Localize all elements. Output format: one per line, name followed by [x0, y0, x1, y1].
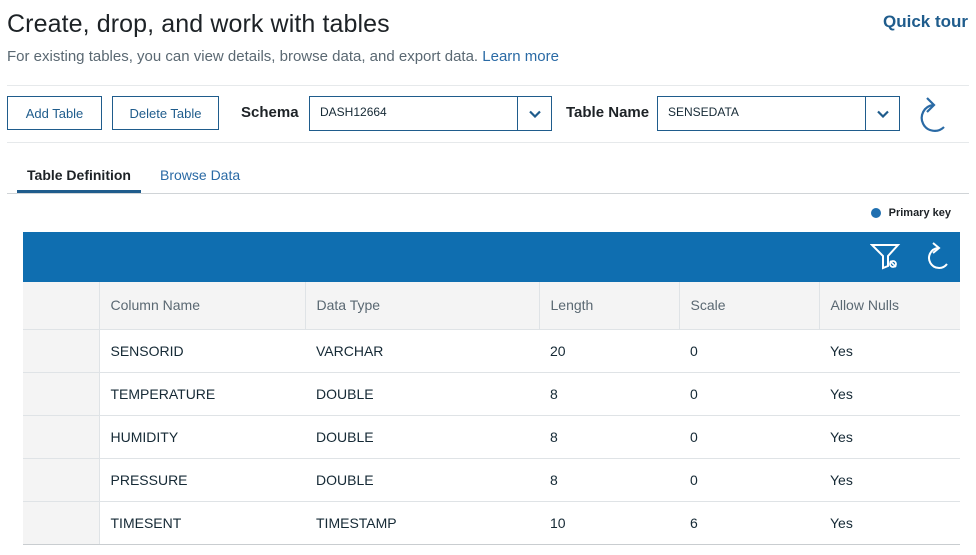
table-cell: VARCHAR	[305, 329, 539, 373]
learn-more-link[interactable]: Learn more	[482, 48, 559, 65]
row-selector[interactable]	[23, 372, 100, 416]
primary-key-legend: Primary key	[870, 207, 951, 219]
divider	[7, 142, 969, 143]
table-cell: 0	[679, 415, 819, 459]
table-name-select-value: SENSEDATA	[668, 105, 739, 119]
divider	[7, 85, 969, 86]
table-cell: DOUBLE	[305, 372, 539, 416]
grid-toolbar	[23, 232, 960, 282]
table-name-label: Table Name	[566, 104, 650, 121]
row-selector-header	[23, 282, 99, 330]
row-selector[interactable]	[23, 458, 100, 502]
table-cell: Yes	[819, 501, 960, 545]
table-cell: TIMESTAMP	[305, 501, 539, 545]
table-cell: Yes	[819, 415, 960, 459]
table-cell: DOUBLE	[305, 415, 539, 459]
subtitle-text: For existing tables, you can view detail…	[7, 48, 479, 65]
tab-browse-data[interactable]: Browse Data	[160, 155, 240, 193]
row-selector[interactable]	[23, 329, 100, 373]
filter-icon[interactable]	[869, 242, 902, 272]
table-row[interactable]: HUMIDITY DOUBLE 8 0 Yes	[23, 415, 960, 459]
chevron-down-icon[interactable]	[517, 97, 551, 130]
table-cell: 10	[539, 501, 679, 545]
table-cell: Yes	[819, 372, 960, 416]
table-cell: HUMIDITY	[99, 415, 305, 459]
schema-label: Schema	[241, 104, 299, 121]
tab-table-definition[interactable]: Table Definition	[17, 155, 141, 193]
table-cell: 8	[539, 415, 679, 459]
table-definition-grid: Column Name Data Type Length Scale Allow…	[23, 282, 960, 545]
row-selector[interactable]	[23, 501, 100, 545]
table-cell: 8	[539, 372, 679, 416]
primary-key-dot-icon	[870, 208, 881, 218]
table-cell: 20	[539, 329, 679, 373]
table-name-select[interactable]: SENSEDATA	[657, 96, 900, 131]
table-cell: TIMESENT	[99, 501, 305, 545]
table-row[interactable]: PRESSURE DOUBLE 8 0 Yes	[23, 458, 960, 502]
page-subtitle: For existing tables, you can view detail…	[7, 48, 559, 65]
table-cell: 0	[679, 458, 819, 502]
page-title: Create, drop, and work with tables	[7, 10, 390, 38]
row-selector[interactable]	[23, 415, 100, 459]
table-cell: 6	[679, 501, 819, 545]
primary-key-label: Primary key	[888, 207, 951, 219]
divider	[7, 193, 969, 194]
table-row[interactable]: TEMPERATURE DOUBLE 8 0 Yes	[23, 372, 960, 416]
table-cell: PRESSURE	[99, 458, 305, 502]
column-header[interactable]: Length	[538, 282, 679, 330]
column-header[interactable]: Column Name	[98, 282, 305, 330]
table-cell: Yes	[819, 329, 960, 373]
table-cell: Yes	[819, 458, 960, 502]
table-cell: DOUBLE	[305, 458, 539, 502]
refresh-icon[interactable]	[913, 95, 949, 135]
refresh-icon[interactable]	[921, 242, 953, 272]
table-header-row: Column Name Data Type Length Scale Allow…	[23, 282, 960, 330]
table-row[interactable]: SENSORID VARCHAR 20 0 Yes	[23, 329, 960, 373]
table-cell: 0	[679, 372, 819, 416]
delete-table-button[interactable]: Delete Table	[112, 96, 219, 130]
table-row[interactable]: TIMESENT TIMESTAMP 10 6 Yes	[23, 501, 960, 545]
table-cell: TEMPERATURE	[99, 372, 305, 416]
table-cell: SENSORID	[99, 329, 305, 373]
column-header[interactable]: Allow Nulls	[818, 282, 960, 330]
schema-select-value: DASH12664	[320, 105, 387, 119]
table-cell: 8	[539, 458, 679, 502]
schema-select[interactable]: DASH12664	[309, 96, 552, 131]
table-cell: 0	[679, 329, 819, 373]
column-header[interactable]: Scale	[678, 282, 819, 330]
column-header[interactable]: Data Type	[304, 282, 539, 330]
add-table-button[interactable]: Add Table	[7, 96, 102, 130]
chevron-down-icon[interactable]	[865, 97, 899, 130]
quick-tour-link[interactable]: Quick tour	[883, 12, 968, 32]
